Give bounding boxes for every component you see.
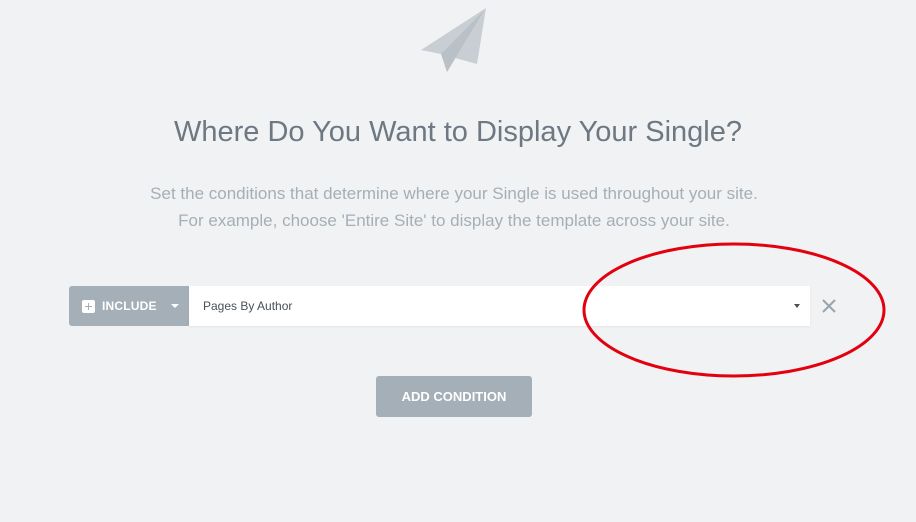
conditions-screen: Where Do You Want to Display Your Single… xyxy=(0,0,916,522)
paper-plane-icon xyxy=(421,8,486,72)
include-type-dropdown[interactable]: INCLUDE xyxy=(69,286,189,326)
condition-select-value: Pages By Author xyxy=(203,299,293,313)
description-line-2: For example, choose 'Entire Site' to dis… xyxy=(178,211,730,230)
add-condition-button[interactable]: ADD CONDITION xyxy=(376,376,532,417)
include-label: INCLUDE xyxy=(102,299,157,313)
plus-square-icon xyxy=(82,299,95,313)
chevron-down-icon xyxy=(171,304,179,308)
condition-row: INCLUDE Pages By Author xyxy=(69,286,810,326)
close-icon[interactable] xyxy=(819,296,839,316)
caret-down-icon xyxy=(794,304,800,308)
condition-select[interactable]: Pages By Author xyxy=(189,286,810,326)
page-title: Where Do You Want to Display Your Single… xyxy=(174,116,742,148)
description-line-1: Set the conditions that determine where … xyxy=(150,184,758,203)
